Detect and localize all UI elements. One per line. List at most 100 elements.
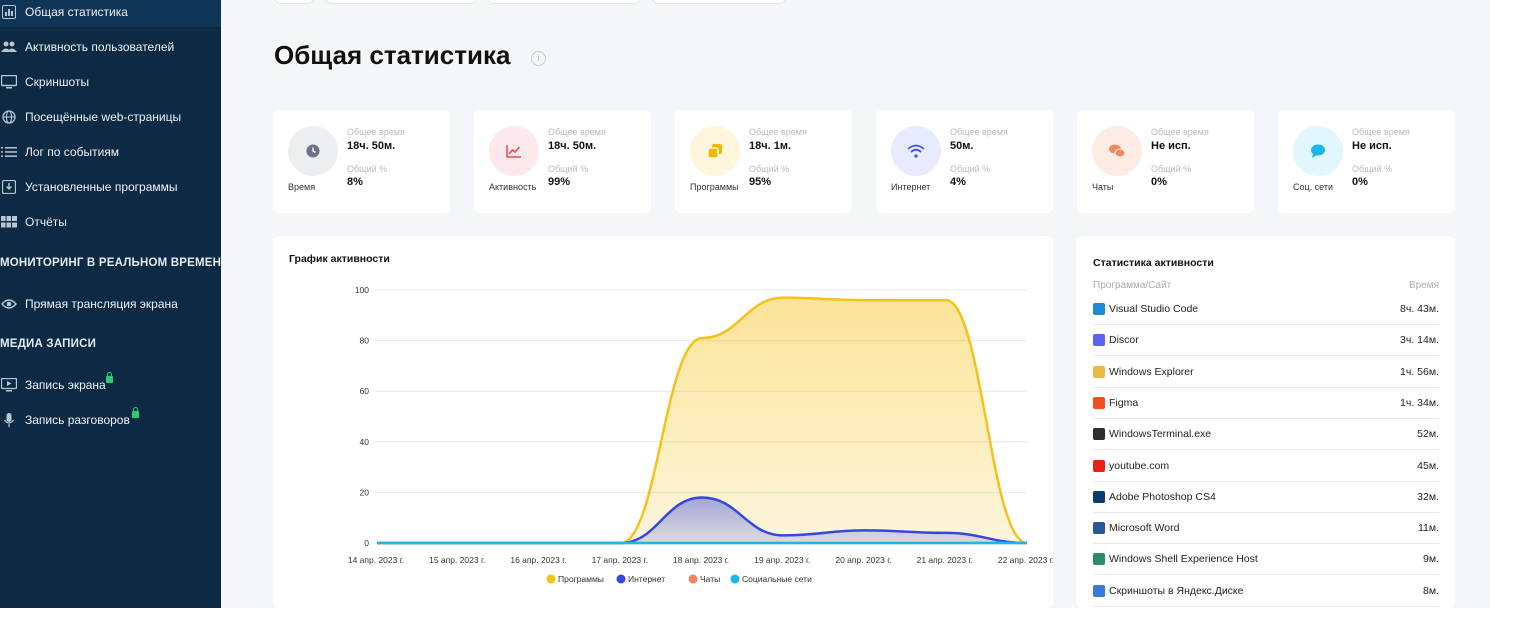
terminal-icon xyxy=(1093,428,1105,441)
stat-card-chats: Чаты Общее время Не исп. Общий % 0% xyxy=(1077,110,1254,213)
stat-name: Активность xyxy=(489,182,537,192)
sidebar-item-label: Общая статистика xyxy=(25,5,128,19)
column-header-time: Время xyxy=(1408,280,1439,291)
legend-marker[interactable] xyxy=(616,574,626,584)
list-item-name: Microsoft Word xyxy=(1109,522,1180,535)
stat-caption-total-percent: Общий % xyxy=(1151,164,1192,174)
stat-value-total-time: 18ч. 50м. xyxy=(347,140,396,152)
legend-label[interactable]: Программы xyxy=(558,574,604,584)
chat-icon xyxy=(1092,126,1142,176)
discord-icon xyxy=(1093,334,1105,347)
sidebar-item-web-pages[interactable]: Посещённые web-страницы xyxy=(0,102,221,132)
list-item-time: 3ч. 14м. xyxy=(1400,334,1439,347)
sidebar-item-general-stats[interactable]: Общая статистика xyxy=(0,0,221,27)
sidebar-item-reports[interactable]: Отчёты xyxy=(0,207,221,237)
activity-chart: 0 20 40 60 80 100 14 апр. 2023 г. 15 апр. 2023 … xyxy=(348,285,1053,584)
screen-record-icon xyxy=(1,377,17,393)
stat-name: Программы xyxy=(690,182,739,192)
stat-name: Соц. сети xyxy=(1293,182,1334,192)
x-tick-label: 18 апр. 2023 г. xyxy=(673,555,729,565)
stat-caption-total-percent: Общий % xyxy=(749,164,790,174)
stat-caption-total-percent: Общий % xyxy=(950,164,991,174)
top-filter-tab[interactable] xyxy=(273,0,315,4)
top-filter-tab[interactable] xyxy=(651,0,787,4)
install-icon xyxy=(1,179,17,195)
microphone-icon xyxy=(1,412,17,428)
y-tick-label: 80 xyxy=(360,336,370,346)
list-item-name: Discor xyxy=(1109,334,1139,347)
list-item: youtube.com 45м. xyxy=(1093,451,1439,482)
stat-card-programs: Программы Общее время 18ч. 1м. Общий % 9… xyxy=(675,110,852,213)
stat-caption-total-time: Общее время xyxy=(749,127,807,137)
list-item-name: Windows Shell Experience Host xyxy=(1109,553,1258,566)
stat-value-total-percent: 4% xyxy=(950,176,966,188)
legend-label[interactable]: Чаты xyxy=(700,574,720,584)
app-window: Общая статистика Активность пользователе… xyxy=(0,0,1523,625)
legend-label[interactable]: Интернет xyxy=(628,574,665,584)
sidebar-item-screenshots[interactable]: Скриншоты xyxy=(0,67,221,97)
monitor-icon xyxy=(1,74,17,90)
list-item-time: 32м. xyxy=(1417,490,1439,503)
activity-stats-card: Статистика активности Программа/Сайт Вре… xyxy=(1076,236,1455,608)
sidebar-item-installed-programs[interactable]: Установленные программы xyxy=(0,172,221,202)
sidebar-item-label: Скриншоты xyxy=(25,75,90,89)
bar-chart-icon xyxy=(1,4,17,20)
word-icon xyxy=(1093,522,1105,535)
list-item: Microsoft Word 11м. xyxy=(1093,513,1439,545)
stat-caption-total-percent: Общий % xyxy=(1352,164,1393,174)
legend-label[interactable]: Социальные сети xyxy=(742,574,812,584)
figma-icon xyxy=(1093,396,1105,409)
trend-icon xyxy=(489,126,539,176)
x-tick-label: 16 апр. 2023 г. xyxy=(510,555,566,565)
x-tick-label: 17 апр. 2023 г. xyxy=(592,555,648,565)
folder-icon xyxy=(1093,365,1105,378)
legend-marker[interactable] xyxy=(546,574,556,584)
stat-value-total-time: 50м. xyxy=(950,140,974,152)
stat-card-time: Время Общее время 18ч. 50м. Общий % 8% xyxy=(273,110,450,213)
list-item-name: Windows Explorer xyxy=(1109,365,1194,378)
top-filter-tab[interactable] xyxy=(486,0,642,4)
list-item-time: 1ч. 34м. xyxy=(1400,396,1439,409)
sidebar: Общая статистика Активность пользователе… xyxy=(0,0,229,608)
youtube-icon xyxy=(1093,459,1105,472)
list-item-time: 52м. xyxy=(1417,428,1439,441)
list-item: Discor 3ч. 14м. xyxy=(1093,325,1439,357)
stat-caption-total-percent: Общий % xyxy=(347,164,388,174)
stat-value-total-percent: 8% xyxy=(347,176,363,188)
x-tick-label: 21 апр. 2023 г. xyxy=(917,555,973,565)
vscode-icon xyxy=(1093,303,1105,315)
sidebar-item-label: Лог по событиям xyxy=(25,145,120,159)
eye-icon xyxy=(1,296,17,312)
windows-shell-icon xyxy=(1093,553,1105,566)
list-item: Windows Shell Experience Host 9м. xyxy=(1093,544,1439,576)
stat-card-activity: Активность Общее время 18ч. 50м. Общий %… xyxy=(474,110,651,213)
info-icon[interactable]: i xyxy=(531,51,546,66)
activity-chart-card: График активности 0 20 40 60 80 100 14 апр. 20… xyxy=(273,236,1053,608)
stat-name: Время xyxy=(288,182,316,192)
sidebar-item-user-activity[interactable]: Активность пользователей xyxy=(0,32,221,62)
legend-marker[interactable] xyxy=(688,574,698,584)
list-item-name: Visual Studio Code xyxy=(1109,303,1199,315)
list-item-time: 11м. xyxy=(1417,522,1439,535)
x-tick-label: 15 апр. 2023 г. xyxy=(429,555,485,565)
sidebar-item-event-log[interactable]: Лог по событиям xyxy=(0,137,221,167)
stat-value-total-percent: 95% xyxy=(749,176,772,188)
sidebar-item-screen-recording[interactable]: Запись экрана xyxy=(0,370,221,400)
x-tick-label: 14 апр. 2023 г. xyxy=(348,555,404,565)
list-item-name: WindowsTerminal.exe xyxy=(1109,428,1212,441)
top-filter-tab[interactable] xyxy=(324,0,478,4)
stat-value-total-time: 18ч. 1м. xyxy=(749,140,792,152)
sidebar-item-call-recording[interactable]: Запись разговоров xyxy=(0,405,221,435)
y-tick-label: 60 xyxy=(360,386,370,396)
list-icon xyxy=(1,144,17,160)
sidebar-item-label: Установленные программы xyxy=(25,180,178,194)
x-tick-label: 20 апр. 2023 г. xyxy=(835,555,891,565)
stat-value-total-time: 18ч. 50м. xyxy=(548,140,597,152)
sidebar-item-live-stream[interactable]: Прямая трансляция экрана xyxy=(0,289,221,319)
stat-caption-total-time: Общее время xyxy=(548,127,606,137)
stat-caption-total-time: Общее время xyxy=(950,127,1008,137)
legend-marker[interactable] xyxy=(730,574,740,584)
stat-card-internet: Интернет Общее время 50м. Общий % 4% xyxy=(876,110,1053,213)
y-tick-label: 20 xyxy=(360,487,370,497)
lock-icon xyxy=(106,372,113,383)
